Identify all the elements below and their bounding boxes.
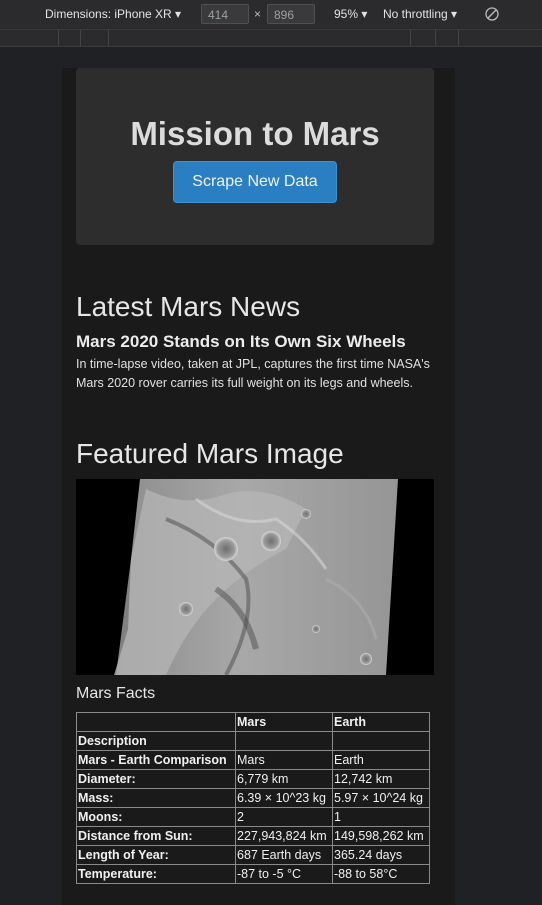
table-cell: 2 [235,807,333,827]
table-cell [235,731,333,751]
table-cell: 6,779 km [235,769,333,789]
table-row-label: Temperature: [76,864,236,884]
table-row: Length of Year: 687 Earth days 365.24 da… [76,845,430,865]
table-row-label: Diameter: [76,769,236,789]
mars-facts-table: Mars Earth Description Mars - Earth Comp… [76,712,430,884]
table-header-row: Mars Earth [76,712,430,732]
throttle-dropdown[interactable]: No throttling ▾ [383,7,457,21]
table-cell: 1 [332,807,430,827]
table-cell: Mars [235,750,333,770]
rotate-icon[interactable] [485,7,499,21]
dimensions-dropdown[interactable]: Dimensions: iPhone XR ▾ [45,7,181,21]
table-cell: 12,742 km [332,769,430,789]
table-header-cell: Mars [235,712,333,732]
featured-mars-image [76,479,434,675]
latest-news-heading: Latest Mars News [76,291,301,322]
table-row-label: Distance from Sun: [76,826,236,846]
table-row: Mars - Earth Comparison Mars Earth [76,750,430,770]
mars-facts-heading: Mars Facts [76,685,156,702]
table-row: Temperature: -87 to -5 °C -88 to 58°C [76,864,430,884]
times-sign: × [254,7,262,21]
table-header-cell [76,712,236,732]
media-query-ruler [0,30,542,47]
table-row-label: Description [76,731,236,751]
table-cell: 687 Earth days [235,845,333,865]
table-row: Diameter: 6,779 km 12,742 km [76,769,430,789]
table-row: Distance from Sun: 227,943,824 km 149,59… [76,826,430,846]
table-row: Description [76,731,430,751]
scrape-new-data-button[interactable]: Scrape New Data [173,161,337,203]
height-input[interactable]: 896 [267,4,315,24]
table-row-label: Length of Year: [76,845,236,865]
width-input[interactable]: 414 [201,4,249,24]
table-cell: -88 to 58°C [332,864,430,884]
table-row-label: Mass: [76,788,236,808]
zoom-dropdown[interactable]: 95% ▾ [334,7,367,21]
table-cell [332,731,430,751]
table-cell: 227,943,824 km [235,826,333,846]
page-title: Mission to Mars [130,115,380,152]
jumbotron: Mission to Mars Scrape New Data [76,68,434,245]
table-cell: 6.39 × 10^23 kg [235,788,333,808]
table-row-label: Mars - Earth Comparison [76,750,236,770]
table-row-label: Moons: [76,807,236,827]
table-row: Mass: 6.39 × 10^23 kg 5.97 × 10^24 kg [76,788,430,808]
device-viewport: Mission to Mars Scrape New Data Latest M… [62,68,455,905]
news-title: Mars 2020 Stands on Its Own Six Wheels [76,332,406,351]
table-header-cell: Earth [332,712,430,732]
table-cell: 5.97 × 10^24 kg [332,788,430,808]
featured-image-heading: Featured Mars Image [76,438,344,469]
table-cell: -87 to -5 °C [235,864,333,884]
table-cell: Earth [332,750,430,770]
news-paragraph: In time-lapse video, taken at JPL, captu… [76,357,430,390]
table-row: Moons: 2 1 [76,807,430,827]
table-cell: 365.24 days [332,845,430,865]
table-cell: 149,598,262 km [332,826,430,846]
devtools-device-toolbar: Dimensions: iPhone XR ▾ 414 × 896 95% ▾ … [0,0,542,30]
